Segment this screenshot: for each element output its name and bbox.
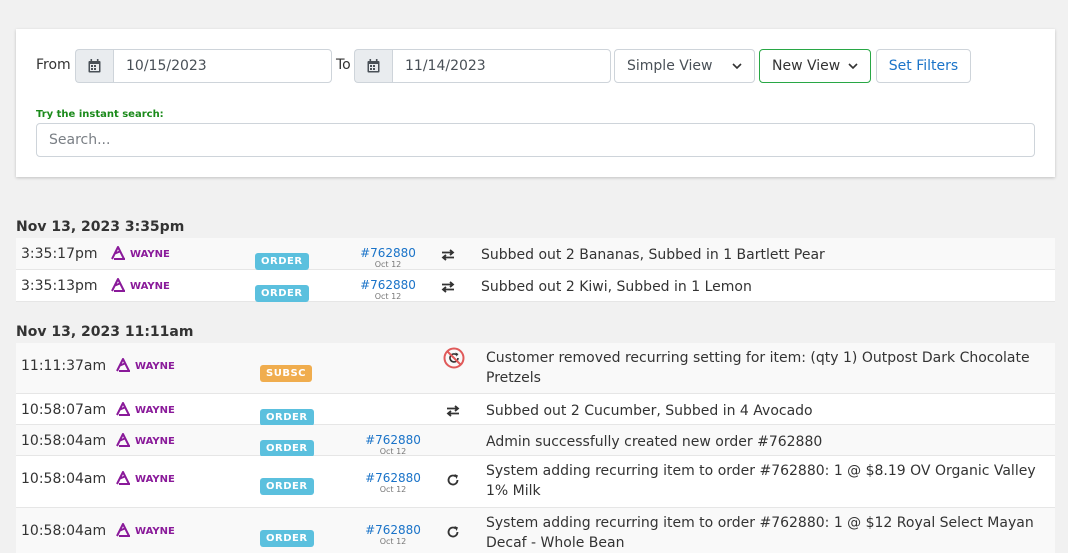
row-user-name: WAYNE [130, 281, 170, 292]
row-user[interactable]: WAYNE [111, 278, 170, 295]
list-item[interactable]: 3:35:17pm WAYNE ORDER #762880 Oct 12 Subbed o… [16, 238, 1055, 270]
row-time: 3:35:17pm [21, 246, 98, 262]
search-input[interactable]: Search... [36, 123, 1035, 157]
row-user-name: WAYNE [135, 405, 175, 416]
list-item[interactable]: 10:58:04am WAYNE ORDER #762880 Oct 12 System … [16, 456, 1055, 508]
row-user-name: WAYNE [135, 436, 175, 447]
row-user-name: WAYNE [135, 361, 175, 372]
row-user[interactable]: WAYNE [116, 433, 175, 450]
row-user-name: WAYNE [135, 526, 175, 537]
row-user[interactable]: WAYNE [116, 358, 175, 375]
chevron-down-icon [848, 63, 858, 69]
type-badge: ORDER [260, 409, 314, 426]
chevron-down-icon [732, 63, 742, 69]
from-date-group: 10/15/2023 [75, 49, 332, 83]
to-label: To [336, 57, 351, 73]
row-description: Customer removed recurring setting for i… [486, 350, 1030, 386]
swap-icon [444, 402, 462, 420]
row-description: Subbed out 2 Bananas, Subbed in 1 Bartle… [481, 247, 825, 263]
row-time: 11:11:37am [21, 358, 107, 374]
order-link[interactable]: #762880 Oct 12 [358, 246, 418, 270]
order-number: #762880 [365, 433, 421, 447]
list-item[interactable]: 10:58:07am WAYNE ORDER Subbed out 2 Cucumbe… [16, 394, 1055, 426]
user-avatar-icon [116, 433, 131, 450]
order-date: Oct 12 [374, 292, 402, 301]
group-title: Nov 13, 2023 3:35pm [16, 219, 185, 235]
row-time: 10:58:04am [21, 471, 107, 487]
type-badge: ORDER [255, 285, 309, 302]
type-badge: SUBSC [260, 365, 312, 382]
list-item[interactable]: 11:11:37am WAYNE SUBSC Customer removed rec… [16, 343, 1055, 394]
row-user[interactable]: WAYNE [111, 246, 170, 263]
view-name-select[interactable]: New View [759, 49, 871, 83]
group-title: Nov 13, 2023 11:11am [16, 324, 194, 340]
type-badge: ORDER [260, 440, 314, 457]
set-filters-button[interactable]: Set Filters [876, 49, 971, 83]
row-user-name: WAYNE [135, 474, 175, 485]
user-avatar-icon [111, 278, 126, 295]
from-date-input[interactable]: 10/15/2023 [113, 49, 332, 83]
filter-panel: From 10/15/2023 To 11/14/2023 Simple Vie… [16, 29, 1055, 177]
row-description: System adding recurring item to order #7… [486, 515, 1034, 551]
recurring-icon [444, 471, 462, 489]
view-name-value: New View [772, 58, 841, 74]
order-date: Oct 12 [379, 447, 407, 456]
list-item[interactable]: 10:58:04am WAYNE ORDER #762880 Oct 12 Admin s… [16, 425, 1055, 457]
order-date: Oct 12 [374, 260, 402, 269]
row-user[interactable]: WAYNE [116, 523, 175, 540]
row-user-name: WAYNE [130, 249, 170, 260]
order-number: #762880 [365, 523, 421, 537]
row-description: Admin successfully created new order #76… [486, 434, 823, 450]
row-description: Subbed out 2 Cucumber, Subbed in 4 Avoca… [486, 403, 813, 419]
order-number: #762880 [365, 471, 421, 485]
to-date-group: 11/14/2023 [354, 49, 611, 83]
swap-icon [439, 246, 457, 264]
order-link[interactable]: #762880 Oct 12 [363, 433, 423, 457]
type-badge: ORDER [255, 253, 309, 270]
view-mode-value: Simple View [627, 58, 713, 74]
order-number: #762880 [360, 278, 416, 292]
order-date: Oct 12 [379, 485, 407, 494]
row-time: 10:58:07am [21, 402, 107, 418]
row-time: 3:35:13pm [21, 278, 98, 294]
order-link[interactable]: #762880 Oct 12 [363, 523, 423, 547]
row-user[interactable]: WAYNE [116, 471, 175, 488]
instant-search-label: Try the instant search: [36, 109, 164, 120]
from-label: From [36, 57, 71, 73]
list-item[interactable]: 10:58:04am WAYNE ORDER #762880 Oct 12 System … [16, 508, 1055, 553]
order-link[interactable]: #762880 Oct 12 [358, 278, 418, 302]
order-link[interactable]: #762880 Oct 12 [363, 471, 423, 495]
order-date: Oct 12 [379, 537, 407, 546]
list-item[interactable]: 3:35:13pm WAYNE ORDER #762880 Oct 12 Subbed o… [16, 270, 1055, 302]
row-user[interactable]: WAYNE [116, 402, 175, 419]
user-avatar-icon [116, 471, 131, 488]
cancel-recurring-icon [443, 347, 465, 369]
user-avatar-icon [116, 402, 131, 419]
row-description: Subbed out 2 Kiwi, Subbed in 1 Lemon [481, 279, 752, 295]
user-avatar-icon [111, 246, 126, 263]
row-time: 10:58:04am [21, 433, 107, 449]
user-avatar-icon [116, 358, 131, 375]
row-time: 10:58:04am [21, 523, 107, 539]
view-mode-select[interactable]: Simple View [614, 49, 755, 83]
swap-icon [439, 278, 457, 296]
type-badge: ORDER [260, 478, 314, 495]
calendar-icon[interactable] [354, 49, 392, 83]
type-badge: ORDER [260, 530, 314, 547]
to-date-input[interactable]: 11/14/2023 [392, 49, 611, 83]
row-description: System adding recurring item to order #7… [486, 463, 1036, 499]
calendar-icon[interactable] [75, 49, 113, 83]
user-avatar-icon [116, 523, 131, 540]
order-number: #762880 [360, 246, 416, 260]
recurring-icon [444, 523, 462, 541]
